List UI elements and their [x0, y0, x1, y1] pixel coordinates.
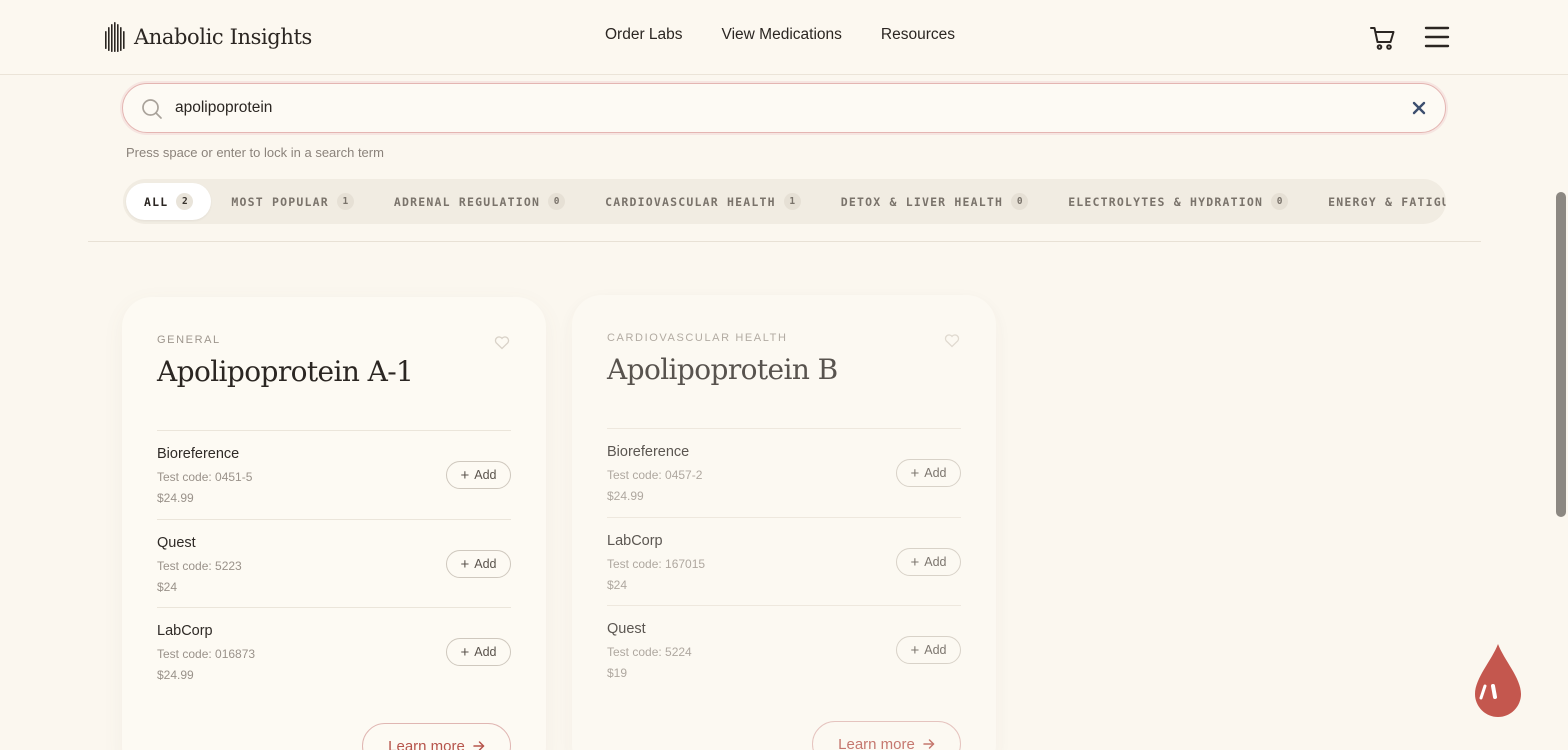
- filter-chip-label: ELECTROLYTES & HYDRATION: [1068, 194, 1264, 209]
- filter-chip-count: 1: [783, 193, 801, 210]
- add-button[interactable]: + Add: [446, 550, 511, 578]
- add-label: Add: [474, 645, 497, 659]
- search-icon: [142, 99, 162, 119]
- filter-chip-energy-fatigue[interactable]: ENERGY & FATIGUE 0: [1308, 183, 1446, 220]
- lab-price: $24.99: [607, 489, 644, 503]
- add-label: Add: [924, 466, 947, 480]
- lab-test-code: Test code: 5223: [157, 559, 242, 573]
- nav-resources[interactable]: Resources: [881, 26, 955, 44]
- plus-icon: +: [460, 466, 470, 484]
- filter-chip-label: ENERGY & FATIGUE: [1328, 194, 1446, 209]
- arrow-right-icon: [923, 739, 935, 749]
- lab-price: $19: [607, 666, 628, 680]
- menu-icon[interactable]: [1424, 25, 1450, 49]
- lab-price: $24: [607, 578, 628, 592]
- lab-name: LabCorp: [157, 623, 213, 639]
- learn-more-button[interactable]: Learn more: [812, 721, 961, 750]
- filter-chip-count: 1: [336, 193, 354, 210]
- site-header: Anabolic Insights Order Labs View Medica…: [0, 0, 1568, 75]
- learn-more-label: Learn more: [388, 737, 465, 750]
- plus-icon: +: [460, 643, 470, 661]
- filter-chip-label: ALL: [144, 194, 169, 209]
- plus-icon: +: [910, 553, 920, 571]
- learn-more-button[interactable]: Learn more: [362, 723, 511, 750]
- brand-name: Anabolic Insights: [134, 25, 312, 49]
- page-scrollbar[interactable]: [1556, 192, 1566, 517]
- add-button[interactable]: + Add: [896, 636, 961, 664]
- lab-name: Quest: [607, 621, 646, 637]
- add-label: Add: [924, 643, 947, 657]
- search-bar: [122, 83, 1446, 133]
- plus-icon: +: [460, 555, 470, 573]
- section-divider: [88, 241, 1481, 242]
- add-label: Add: [924, 555, 947, 569]
- main-nav: Order Labs View Medications Resources: [605, 26, 955, 44]
- plus-icon: +: [910, 641, 920, 659]
- filter-chip-count: 2: [176, 193, 194, 210]
- plus-icon: +: [910, 464, 920, 482]
- card-title: Apolipoprotein A-1: [157, 355, 414, 388]
- cart-icon[interactable]: [1369, 24, 1397, 52]
- card-title: Apolipoprotein B: [607, 353, 838, 386]
- lab-name: Bioreference: [157, 446, 240, 462]
- lab-option-row: Quest Test code: 5224 $19 + Add: [607, 605, 961, 694]
- lab-option-row: LabCorp Test code: 167015 $24 + Add: [607, 517, 961, 606]
- add-button[interactable]: + Add: [446, 461, 511, 489]
- lab-test-code: Test code: 0457-2: [607, 468, 703, 482]
- filter-chip-most-popular[interactable]: MOST POPULAR 1: [211, 183, 373, 220]
- add-button[interactable]: + Add: [896, 459, 961, 487]
- filter-chip-count: 0: [548, 193, 566, 210]
- add-button[interactable]: + Add: [446, 638, 511, 666]
- filter-chip-cardiovascular-health[interactable]: CARDIOVASCULAR HEALTH 1: [585, 183, 821, 220]
- filter-chip-count: 0: [1271, 193, 1289, 210]
- lab-option-row: Quest Test code: 5223 $24 + Add: [157, 519, 511, 608]
- card-category: GENERAL: [157, 334, 221, 346]
- lab-name: Bioreference: [607, 444, 690, 460]
- filter-chip-adrenal-regulation[interactable]: ADRENAL REGULATION 0: [374, 183, 585, 220]
- learn-more-label: Learn more: [838, 735, 915, 750]
- close-icon[interactable]: [1411, 100, 1427, 116]
- nav-order-labs[interactable]: Order Labs: [605, 26, 683, 44]
- test-card: CARDIOVASCULAR HEALTH Apolipoprotein B B…: [572, 295, 996, 750]
- lab-test-code: Test code: 016873: [157, 647, 256, 661]
- add-label: Add: [474, 557, 497, 571]
- filter-chip-label: CARDIOVASCULAR HEALTH: [605, 194, 776, 209]
- lab-test-code: Test code: 167015: [607, 557, 706, 571]
- heart-icon[interactable]: [944, 333, 960, 348]
- nav-view-medications[interactable]: View Medications: [722, 26, 842, 44]
- filter-chip-label: ADRENAL REGULATION: [393, 194, 541, 209]
- category-filter-bar: ALL 2 MOST POPULAR 1 ADRENAL REGULATION …: [123, 179, 1446, 224]
- filter-chip-detox-liver-health[interactable]: DETOX & LIVER HEALTH 0: [821, 183, 1048, 220]
- heart-icon[interactable]: [494, 335, 510, 350]
- lab-price: $24.99: [157, 491, 194, 505]
- logo-mark-icon: [105, 22, 125, 52]
- search-hint: Press space or enter to lock in a search…: [126, 145, 384, 160]
- lab-price: $24: [157, 580, 178, 594]
- test-card: GENERAL Apolipoprotein A-1 Bioreference …: [122, 297, 546, 750]
- lab-option-row: LabCorp Test code: 016873 $24.99 + Add: [157, 607, 511, 696]
- lab-price: $24.99: [157, 668, 194, 682]
- lab-name: LabCorp: [607, 533, 663, 549]
- lab-option-row: Bioreference Test code: 0451-5 $24.99 + A…: [157, 430, 511, 519]
- filter-chip-label: DETOX & LIVER HEALTH: [840, 194, 1004, 209]
- filter-chip-electrolytes-hydration[interactable]: ELECTROLYTES & HYDRATION 0: [1048, 183, 1308, 220]
- card-category: CARDIOVASCULAR HEALTH: [607, 332, 788, 344]
- lab-test-code: Test code: 0451-5: [157, 470, 253, 484]
- arrow-right-icon: [473, 741, 485, 750]
- blood-drop-icon[interactable]: [1472, 642, 1524, 718]
- search-input[interactable]: [175, 94, 1375, 122]
- filter-chip-count: 0: [1011, 193, 1029, 210]
- filter-chip-label: MOST POPULAR: [231, 194, 329, 209]
- brand-logo[interactable]: Anabolic Insights: [104, 20, 312, 54]
- lab-test-code: Test code: 5224: [607, 645, 692, 659]
- lab-option-row: Bioreference Test code: 0457-2 $24.99 + A…: [607, 428, 961, 517]
- add-label: Add: [474, 468, 497, 482]
- add-button[interactable]: + Add: [896, 548, 961, 576]
- filter-chip-all[interactable]: ALL 2: [126, 183, 212, 220]
- lab-name: Quest: [157, 535, 196, 551]
